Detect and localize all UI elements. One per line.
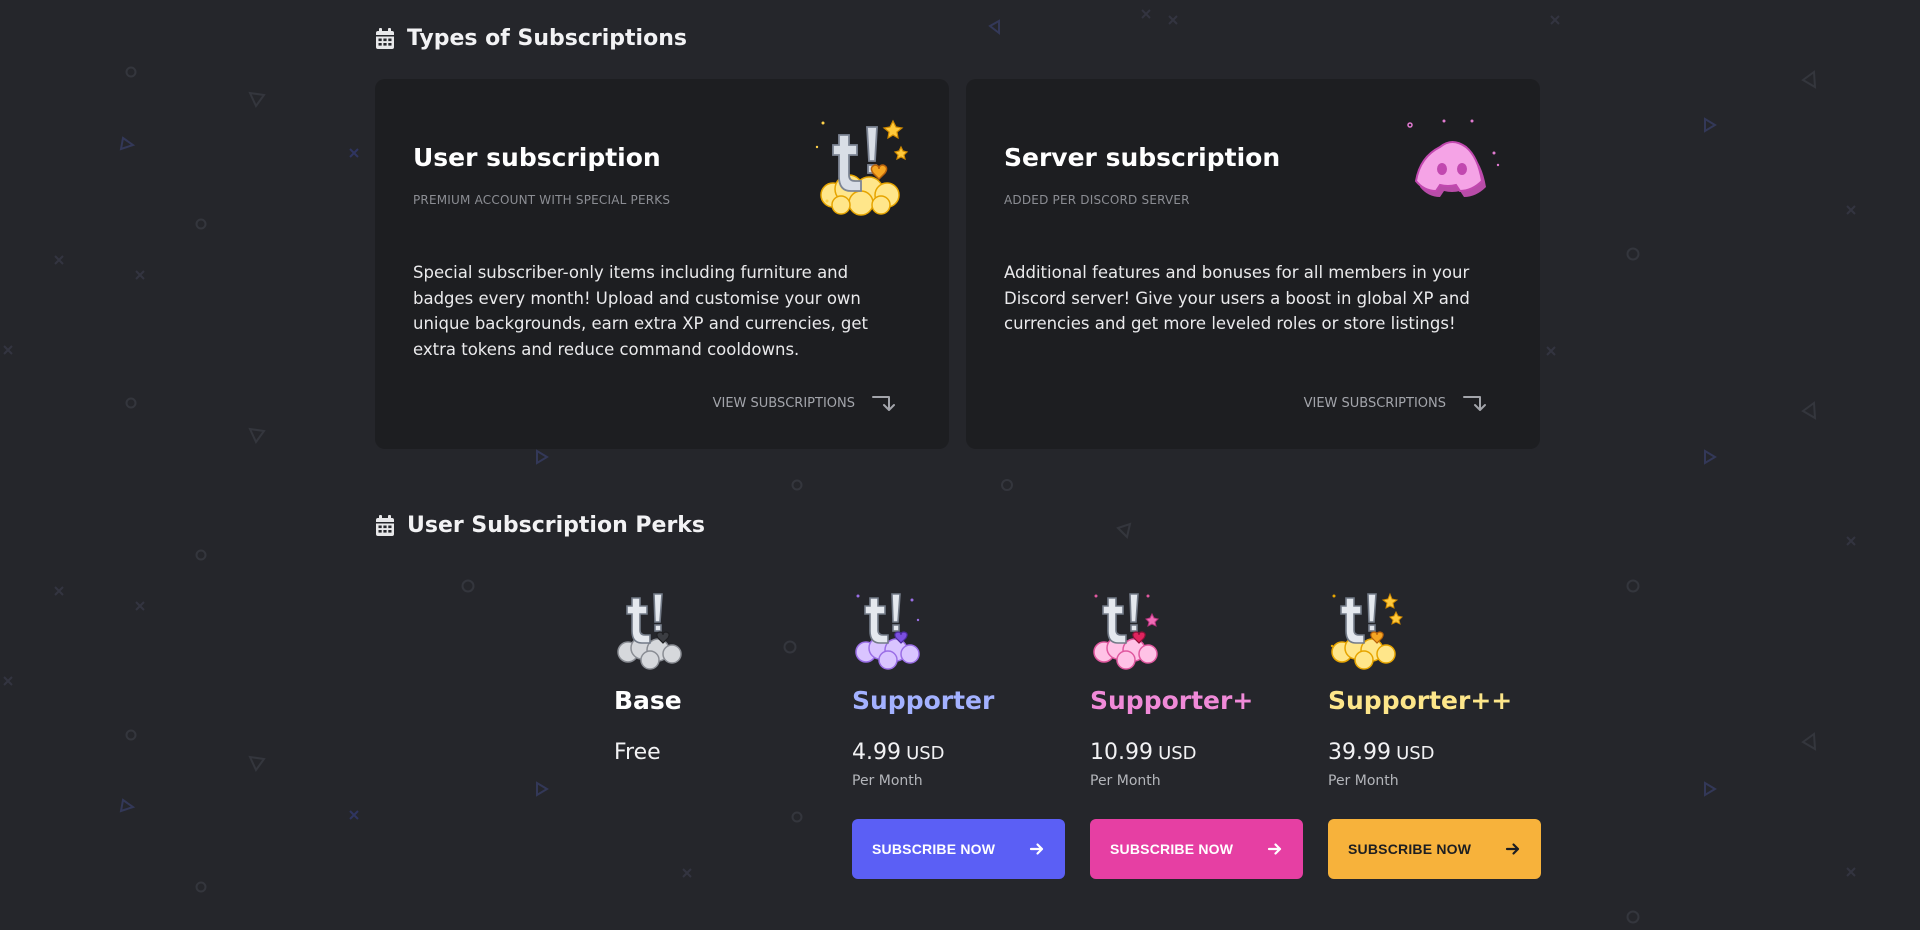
perks-section-title-text: User Subscription Perks bbox=[407, 513, 706, 538]
card-description: Special subscriber-only items including … bbox=[413, 263, 869, 359]
view-subscriptions-label: VIEW SUBSCRIPTIONS bbox=[712, 395, 855, 411]
tier-name: Base bbox=[614, 686, 682, 715]
price-amount: 39.99 bbox=[1328, 740, 1391, 765]
card-title: User subscription bbox=[413, 143, 661, 172]
view-subscriptions-link[interactable]: VIEW SUBSCRIPTIONS bbox=[1304, 393, 1488, 413]
view-subscriptions-link[interactable]: VIEW SUBSCRIPTIONS bbox=[713, 393, 897, 413]
card-subtitle: ADDED PER DISCORD SERVER bbox=[1004, 193, 1190, 207]
tier-price: 4.99 USD bbox=[852, 740, 945, 765]
card-subtitle: PREMIUM ACCOUNT WITH SPECIAL PERKS bbox=[413, 193, 671, 207]
subscribe-now-button[interactable]: SUBSCRIBE NOW bbox=[1328, 819, 1541, 879]
tier-name: Supporter+ bbox=[1090, 686, 1254, 715]
user-subscription-card: User subscription PREMIUM ACCOUNT WITH S… bbox=[375, 79, 949, 449]
types-section-title-text: Types of Subscriptions bbox=[407, 26, 687, 51]
arrow-turn-down-icon bbox=[1463, 396, 1486, 411]
subscribe-now-label: SUBSCRIBE NOW bbox=[1110, 841, 1234, 857]
tier-supporter: Supporter 4.99 USD Per Month SUBSCRIBE N… bbox=[852, 590, 1082, 879]
calendar-icon bbox=[376, 27, 394, 49]
arrow-right-icon bbox=[1505, 843, 1520, 855]
server-subscription-card: Server subscription ADDED PER DISCORD SE… bbox=[966, 79, 1540, 449]
tier-price: 39.99 USD bbox=[1328, 740, 1435, 765]
subscribe-now-button[interactable]: SUBSCRIBE NOW bbox=[852, 819, 1065, 879]
price-period: Per Month bbox=[852, 773, 923, 789]
price-period: Per Month bbox=[1328, 773, 1399, 789]
gray-cloud-t-icon bbox=[617, 593, 682, 670]
arrow-turn-down-icon bbox=[872, 396, 895, 411]
calendar-icon bbox=[376, 514, 394, 536]
tier-price: Free bbox=[614, 740, 661, 765]
price-currency: USD bbox=[1396, 743, 1435, 764]
subscribe-now-label: SUBSCRIBE NOW bbox=[1348, 841, 1472, 857]
purple-cloud-t-icon bbox=[855, 593, 920, 670]
pink-discord-icon bbox=[1407, 119, 1500, 197]
price-amount: 4.99 bbox=[852, 740, 901, 765]
price-currency: USD bbox=[1158, 743, 1197, 764]
perks-section-title: User Subscription Perks bbox=[375, 513, 705, 538]
tier-supporter-plus: Supporter+ 10.99 USD Per Month SUBSCRIBE… bbox=[1090, 590, 1320, 879]
tier-price: 10.99 USD bbox=[1090, 740, 1197, 765]
view-subscriptions-label: VIEW SUBSCRIPTIONS bbox=[1303, 395, 1446, 411]
golden-cloud-t-icon bbox=[1330, 592, 1403, 670]
tier-name: Supporter++ bbox=[1328, 686, 1513, 715]
card-title: Server subscription bbox=[1004, 143, 1281, 172]
types-section-title: Types of Subscriptions bbox=[375, 26, 687, 51]
price-amount: 10.99 bbox=[1090, 740, 1153, 765]
tier-name: Supporter bbox=[852, 686, 995, 715]
subscribe-now-label: SUBSCRIBE NOW bbox=[872, 841, 996, 857]
price-period: Per Month bbox=[1090, 773, 1161, 789]
tier-supporter-plus-plus: Supporter++ 39.99 USD Per Month SUBSCRIB… bbox=[1328, 590, 1558, 879]
pink-cloud-t-icon bbox=[1093, 593, 1159, 670]
tier-base: Base Free bbox=[614, 590, 844, 765]
background-pattern bbox=[3, 9, 1856, 924]
arrow-right-icon bbox=[1267, 843, 1282, 855]
price-currency: USD bbox=[906, 743, 945, 764]
golden-cloud-t-icon bbox=[815, 119, 909, 216]
arrow-right-icon bbox=[1029, 843, 1044, 855]
subscribe-now-button[interactable]: SUBSCRIBE NOW bbox=[1090, 819, 1303, 879]
card-description: Additional features and bonuses for all … bbox=[1004, 263, 1470, 333]
